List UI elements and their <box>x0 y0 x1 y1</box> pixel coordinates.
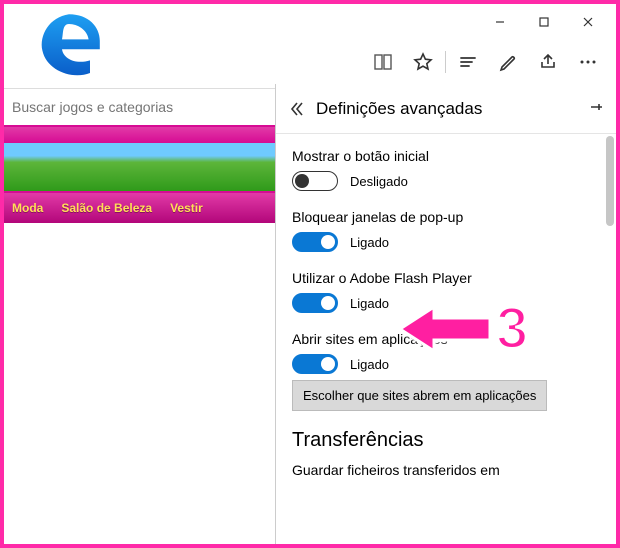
toggle-popup-blocker[interactable] <box>292 232 338 252</box>
category-bar: Moda Salão de Beleza Vestir <box>4 193 275 223</box>
pin-icon[interactable] <box>588 99 604 118</box>
share-icon[interactable] <box>528 42 568 82</box>
search-input[interactable] <box>4 89 275 125</box>
setting-popup-blocker: Bloquear janelas de pop-up Ligado <box>292 209 600 252</box>
edge-window: Moda Salão de Beleza Vestir Definições a… <box>0 0 620 548</box>
edge-logo-icon <box>34 10 104 83</box>
setting-home-button: Mostrar o botão inicial Desligado <box>292 148 600 191</box>
setting-label: Utilizar o Adobe Flash Player <box>292 270 600 286</box>
category-link[interactable]: Moda <box>12 201 43 215</box>
maximize-button[interactable] <box>522 8 566 36</box>
advanced-settings-panel: Definições avançadas Mostrar o botão ini… <box>275 84 616 544</box>
page-banner <box>4 125 275 193</box>
setting-label: Bloquear janelas de pop-up <box>292 209 600 225</box>
setting-label: Abrir sites em aplicações <box>292 331 600 347</box>
hub-icon[interactable] <box>448 42 488 82</box>
toggle-open-in-apps[interactable] <box>292 354 338 374</box>
browser-toolbar <box>363 42 608 82</box>
toggle-state-label: Ligado <box>350 357 389 372</box>
toggle-flash-player[interactable] <box>292 293 338 313</box>
minimize-button[interactable] <box>478 8 522 36</box>
reading-view-icon[interactable] <box>363 42 403 82</box>
setting-open-in-apps: Abrir sites em aplicações Ligado Escolhe… <box>292 331 600 411</box>
downloads-section-header: Transferências <box>292 429 600 452</box>
panel-body: Mostrar o botão inicial Desligado Bloque… <box>276 134 616 544</box>
scrollbar-thumb[interactable] <box>606 136 614 226</box>
choose-apps-button[interactable]: Escolher que sites abrem em aplicações <box>292 380 547 411</box>
toolbar-separator <box>445 51 446 73</box>
setting-flash-player: Utilizar o Adobe Flash Player Ligado <box>292 270 600 313</box>
more-icon[interactable] <box>568 42 608 82</box>
toggle-home-button[interactable] <box>292 171 338 191</box>
category-link[interactable]: Vestir <box>170 201 203 215</box>
web-note-icon[interactable] <box>488 42 528 82</box>
panel-header: Definições avançadas <box>276 84 616 134</box>
close-button[interactable] <box>566 8 610 36</box>
panel-title: Definições avançadas <box>316 99 482 119</box>
toggle-state-label: Ligado <box>350 235 389 250</box>
toggle-state-label: Ligado <box>350 296 389 311</box>
downloads-save-label: Guardar ficheiros transferidos em <box>292 462 600 478</box>
favorite-star-icon[interactable] <box>403 42 443 82</box>
category-link[interactable]: Salão de Beleza <box>61 201 152 215</box>
back-icon[interactable] <box>288 100 306 118</box>
scrollbar[interactable] <box>602 134 616 544</box>
setting-label: Mostrar o botão inicial <box>292 148 600 164</box>
toggle-state-label: Desligado <box>350 174 408 189</box>
window-controls <box>478 8 610 36</box>
page-content: Moda Salão de Beleza Vestir <box>4 88 275 223</box>
